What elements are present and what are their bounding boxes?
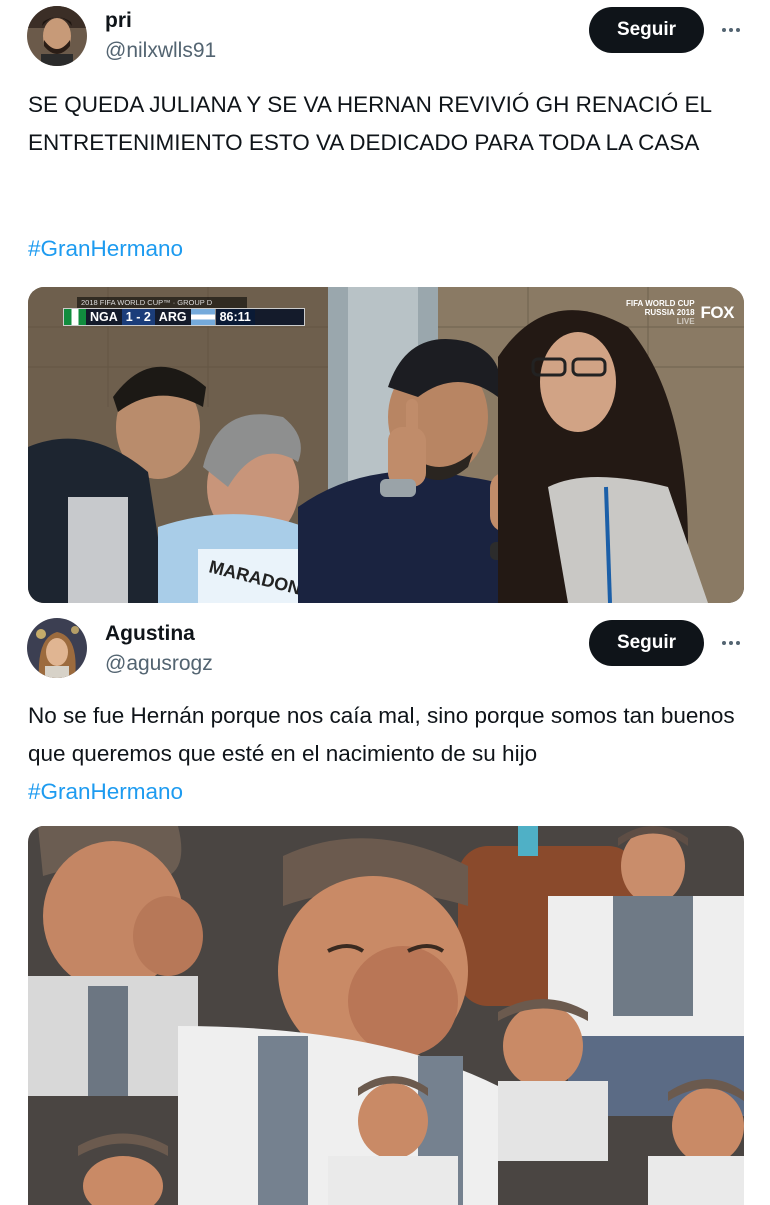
tweet-text: No se fue Hernán porque nos caía mal, si…: [28, 697, 748, 811]
team-away: ARG: [158, 310, 187, 324]
follow-button[interactable]: Seguir: [589, 620, 704, 666]
avatar[interactable]: [27, 618, 87, 678]
team-home: NGA: [90, 310, 118, 324]
tweet-image[interactable]: MARADONA 2018 FIFA WORLD CUP™ · GROUP D: [28, 287, 744, 603]
scoreboard: 2018 FIFA WORLD CUP™ · GROUP D NGA 1 - 2…: [63, 297, 305, 326]
user-handle[interactable]: @agusrogz: [105, 652, 213, 676]
more-horizontal-icon[interactable]: [716, 15, 746, 45]
laughing-man-collage: [28, 826, 744, 1205]
scoreboard-header: 2018 FIFA WORLD CUP™ · GROUP D: [77, 297, 247, 308]
nigeria-flag-icon: [64, 309, 86, 325]
avatar[interactable]: [27, 6, 87, 66]
network-logo: FOX: [700, 302, 735, 322]
tweet-text: SE QUEDA JULIANA Y SE VA HERNAN REVIVIÓ …: [28, 92, 712, 155]
tweet-2[interactable]: Agustina @agusrogz Seguir No se fue Hern…: [0, 612, 770, 1205]
display-name[interactable]: pri: [105, 9, 132, 33]
hashtag-link[interactable]: #GranHermano: [28, 779, 183, 804]
live-label: LIVE: [676, 317, 695, 326]
tweet-body: No se fue Hernán porque nos caía mal, si…: [28, 703, 735, 766]
user-handle[interactable]: @nilxwlls91: [105, 39, 216, 63]
stadium-photo: MARADONA: [28, 287, 744, 603]
tweet-1[interactable]: pri @nilxwlls91 Seguir SE QUEDA JULIANA …: [0, 0, 770, 608]
tweet-image[interactable]: [28, 826, 744, 1205]
event-logo-line1: FIFA WORLD CUP: [625, 299, 695, 308]
broadcast-overlay: FIFA WORLD CUP RUSSIA 2018 LIVE FOX: [625, 299, 735, 326]
score: 1 - 2: [121, 309, 155, 325]
argentina-flag-icon: [190, 309, 215, 325]
event-logo-line2: RUSSIA 2018: [644, 308, 695, 317]
more-horizontal-icon[interactable]: [716, 628, 746, 658]
hashtag-link[interactable]: #GranHermano: [28, 236, 183, 262]
match-clock: 86:11: [214, 309, 255, 325]
display-name[interactable]: Agustina: [105, 622, 195, 646]
follow-button[interactable]: Seguir: [589, 7, 704, 53]
